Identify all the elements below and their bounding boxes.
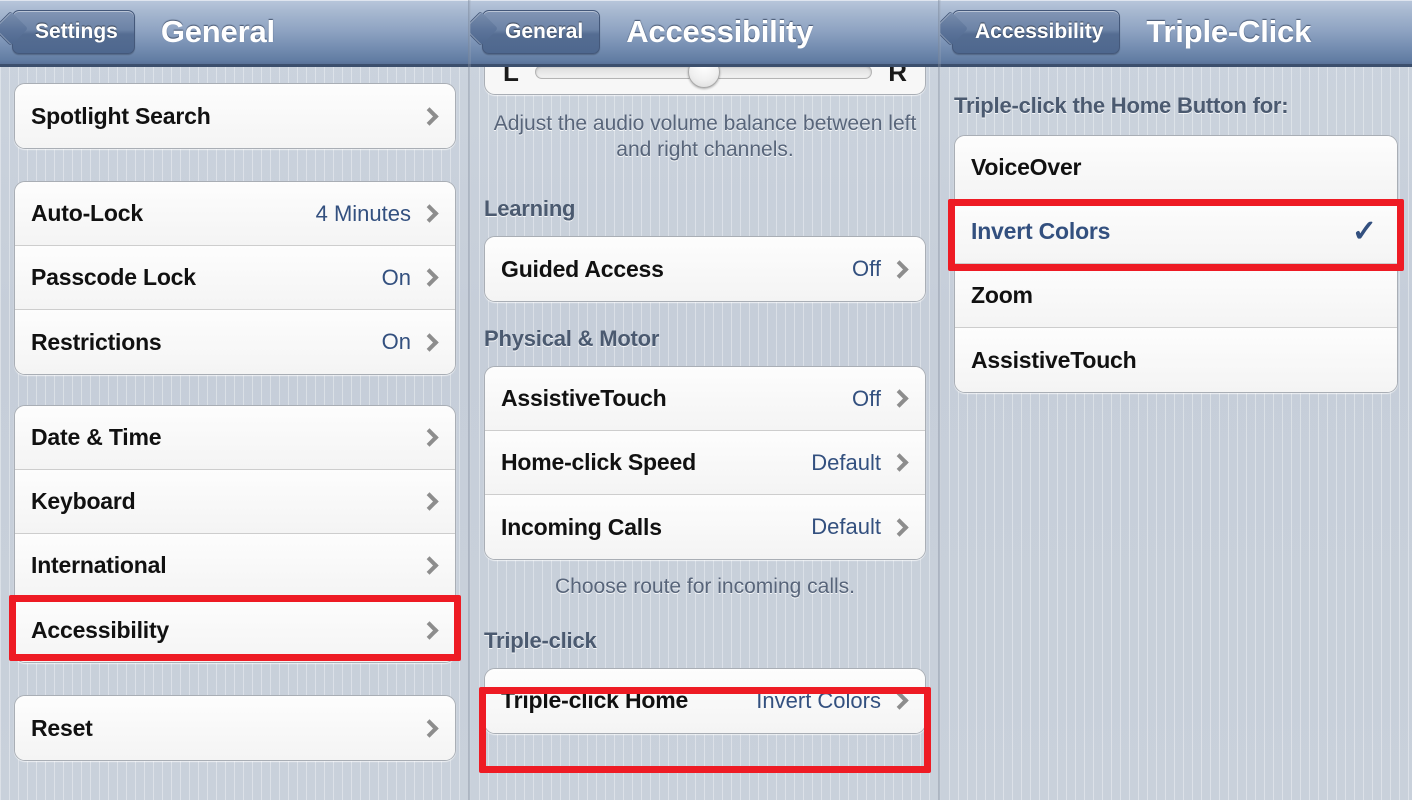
row-label: Triple-click Home	[501, 687, 689, 714]
row-value: Off	[852, 256, 881, 282]
group-triple-click-options: VoiceOver Invert Colors ✓ Zoom Assistive…	[954, 135, 1398, 393]
chevron-right-icon	[890, 260, 909, 279]
chevron-right-icon	[890, 518, 909, 537]
row-value: Default	[811, 514, 881, 540]
row-home-click-speed[interactable]: Home-click Speed Default	[485, 431, 925, 496]
panel-accessibility: General Accessibility L R Adjust the aud…	[470, 0, 940, 800]
navbar-accessibility: General Accessibility	[470, 0, 940, 67]
group-spotlight: Spotlight Search	[14, 83, 456, 149]
row-label: Incoming Calls	[501, 513, 662, 540]
page-title-general: General	[160, 14, 275, 49]
row-label: Guided Access	[501, 255, 664, 282]
section-header-learning: Learning	[484, 196, 576, 222]
chevron-right-icon	[890, 453, 909, 472]
option-label: Invert Colors	[971, 218, 1111, 244]
row-label: International	[31, 552, 167, 578]
chevron-right-icon	[420, 204, 439, 223]
footnote-incoming-calls: Choose route for incoming calls.	[555, 575, 855, 599]
checkmark-icon: ✓	[1351, 214, 1377, 248]
row-guided-access[interactable]: Guided Access Off	[485, 237, 925, 302]
navbar-general: Settings General	[0, 0, 470, 67]
row-label: Spotlight Search	[31, 102, 211, 129]
chevron-right-icon	[420, 106, 439, 126]
row-passcode-lock[interactable]: Passcode Lock On	[15, 246, 455, 310]
row-label: Auto-Lock	[31, 200, 143, 226]
general-content: Spotlight Search Auto-Lock 4 Minutes Pas…	[0, 67, 470, 761]
row-reset[interactable]: Reset	[15, 696, 455, 760]
option-voiceover[interactable]: VoiceOver	[955, 136, 1397, 200]
back-button-accessibility[interactable]: Accessibility	[952, 10, 1121, 54]
back-button-label: Settings	[35, 20, 118, 43]
chevron-right-icon	[420, 268, 439, 287]
row-label: Passcode Lock	[31, 264, 196, 290]
slider-track[interactable]	[534, 56, 873, 88]
section-header-triple-click: Triple-click	[484, 627, 597, 653]
chevron-right-icon	[420, 620, 439, 640]
back-button-label: General	[505, 20, 584, 43]
row-value: 4 Minutes	[315, 200, 411, 226]
section-header-physical-and-motor: Physical & Motor	[484, 326, 660, 352]
row-keyboard[interactable]: Keyboard	[15, 470, 455, 534]
row-international[interactable]: International	[15, 534, 455, 598]
row-value: Default	[811, 449, 881, 475]
option-zoom[interactable]: Zoom	[955, 264, 1397, 328]
triple-click-content: Triple-click the Home Button for: VoiceO…	[940, 67, 1412, 393]
chevron-right-icon	[420, 332, 439, 352]
row-date-and-time[interactable]: Date & Time	[15, 406, 455, 470]
row-value: On	[381, 329, 411, 354]
row-label: Date & Time	[31, 424, 162, 450]
chevron-right-icon	[420, 556, 439, 575]
accessibility-content: L R Adjust the audio volume balance betw…	[470, 49, 940, 734]
row-label: Keyboard	[31, 488, 136, 514]
chevron-right-icon	[890, 691, 909, 711]
footnote-volume-balance: Adjust the audio volume balance between …	[493, 112, 917, 161]
option-label: Zoom	[971, 282, 1033, 308]
row-spotlight-search[interactable]: Spotlight Search	[15, 84, 455, 148]
row-auto-lock[interactable]: Auto-Lock 4 Minutes	[15, 182, 455, 246]
panel-general: Settings General Spotlight Search Auto-L…	[0, 0, 470, 800]
row-label: Home-click Speed	[501, 449, 696, 476]
chevron-right-icon	[420, 718, 439, 738]
row-label: Reset	[31, 714, 93, 741]
row-value: Invert Colors	[756, 687, 881, 713]
chevron-right-icon	[890, 389, 909, 408]
row-label: Restrictions	[31, 328, 162, 355]
panel-triple-click: Accessibility Triple-Click Triple-click …	[940, 0, 1412, 800]
row-label: AssistiveTouch	[501, 385, 667, 412]
ios-settings-screenshot: Settings General Spotlight Search Auto-L…	[0, 0, 1412, 800]
group-lock-settings: Auto-Lock 4 Minutes Passcode Lock On Res…	[14, 181, 456, 375]
group-triple-click: Triple-click Home Invert Colors	[484, 667, 926, 734]
navbar-triple-click: Accessibility Triple-Click	[940, 0, 1412, 67]
row-triple-click-home[interactable]: Triple-click Home Invert Colors	[485, 668, 925, 733]
back-button-settings[interactable]: Settings	[12, 10, 135, 54]
row-label: Accessibility	[31, 616, 170, 643]
row-value: On	[381, 264, 411, 290]
option-assistivetouch[interactable]: AssistiveTouch	[955, 328, 1397, 392]
group-reset: Reset	[14, 695, 456, 761]
row-restrictions[interactable]: Restrictions On	[15, 310, 455, 374]
chevron-right-icon	[420, 428, 439, 447]
row-accessibility[interactable]: Accessibility	[15, 598, 455, 662]
row-value: Off	[852, 385, 881, 411]
option-invert-colors[interactable]: Invert Colors ✓	[955, 200, 1397, 264]
group-physical-and-motor: AssistiveTouch Off Home-click Speed Defa…	[484, 366, 926, 561]
option-label: VoiceOver	[971, 154, 1082, 180]
list-header-triple-click-home-button: Triple-click the Home Button for:	[954, 93, 1289, 118]
back-button-general[interactable]: General	[482, 10, 601, 54]
group-learning: Guided Access Off	[484, 236, 926, 303]
chevron-right-icon	[420, 492, 439, 511]
option-label: AssistiveTouch	[971, 346, 1137, 373]
group-system-settings: Date & Time Keyboard International Acces…	[14, 405, 456, 663]
page-title-triple-click: Triple-Click	[1146, 14, 1312, 49]
row-assistivetouch[interactable]: AssistiveTouch Off	[485, 367, 925, 432]
row-incoming-calls[interactable]: Incoming Calls Default	[485, 495, 925, 560]
back-button-label: Accessibility	[975, 20, 1104, 43]
page-title-accessibility: Accessibility	[626, 14, 814, 49]
